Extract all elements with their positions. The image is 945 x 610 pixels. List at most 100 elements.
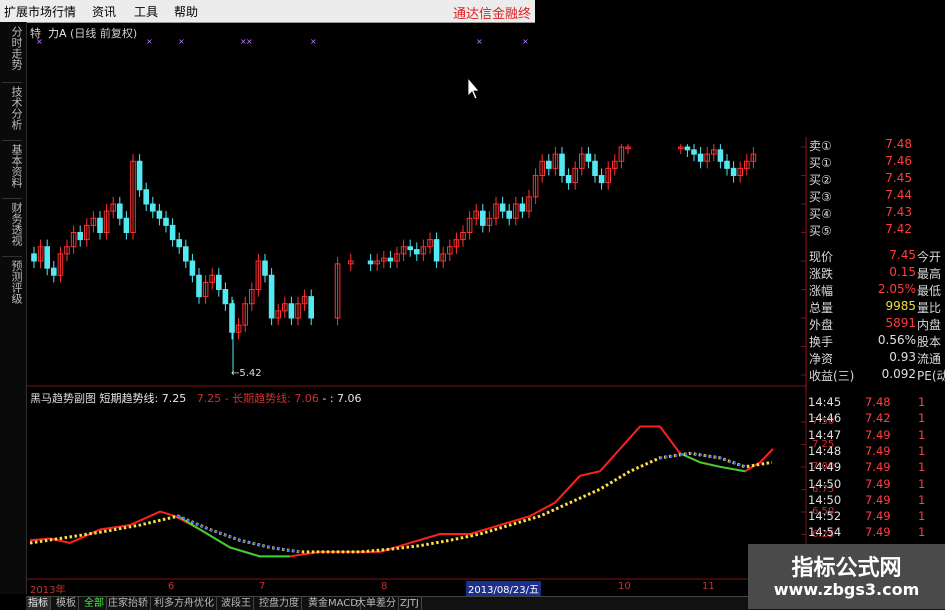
indicator-tab[interactable]: 黄金MACD — [306, 597, 361, 610]
event-mark: × — [476, 37, 483, 46]
indicator-tab[interactable]: 控盘力度 — [257, 597, 302, 610]
tick-row: 14:54 7.49 1 — [808, 525, 925, 539]
tick-row: 14:50 7.49 1 — [808, 476, 925, 491]
indicator-title: 黑马趋势副图 短期趋势线: 7.25 7.25 - 长期趋势线: 7.06 - … — [30, 390, 362, 406]
candle-body — [77, 232, 84, 241]
candle-body — [229, 303, 235, 333]
candle-body — [295, 303, 301, 319]
candle-body — [394, 253, 400, 262]
candle-body — [156, 210, 163, 219]
quote-stat-extra: 内盘 — [917, 318, 942, 332]
date-axis: 2013年 6 7 8 2013/08/23/五 10 11 — [26, 580, 806, 596]
stock-mode[interactable]: (日线 前复权) — [70, 27, 137, 40]
date-label: 10 — [618, 581, 631, 592]
indicator-tab[interactable]: 模板 — [54, 597, 79, 610]
menu-item-help[interactable]: 帮助 — [174, 3, 198, 20]
candle-body — [367, 260, 374, 265]
candle-body — [123, 217, 130, 233]
indicator-tab[interactable]: 庄家抬轿 — [106, 597, 151, 610]
tick-price: 7.42 — [865, 411, 891, 426]
tick-price: 7.49 — [865, 492, 891, 507]
tab-technical[interactable]: 技术分析 — [3, 86, 23, 130]
candle-body — [262, 260, 268, 276]
candle-body — [44, 246, 51, 269]
tab-rating[interactable]: 预测评级 — [3, 260, 23, 304]
indicator-tab[interactable]: 利多方舟优化 — [152, 597, 217, 610]
candle-body — [374, 260, 380, 265]
quote-stat-row: 总量 9985 量比 — [807, 299, 945, 316]
candle-body — [31, 253, 37, 262]
indicator-tab[interactable]: 波段王 — [219, 597, 254, 610]
order-book-price: 7.42 — [885, 222, 912, 236]
quote-stat-extra: 最高 — [917, 267, 942, 281]
short-trend-value-2: 7.25 — [196, 392, 222, 405]
tab-intraday[interactable]: 分时走势 — [3, 26, 23, 70]
indicator-tab[interactable]: 全部 — [82, 597, 107, 610]
menu-item-news[interactable]: 资讯 — [92, 3, 116, 20]
date-label: 11 — [702, 581, 715, 592]
candlesticks — [31, 144, 757, 372]
candle-body — [163, 217, 169, 226]
date-label: 6 — [168, 581, 175, 592]
quote-stat-row: 收益(三) 0.092 PE(动 — [807, 367, 945, 384]
kline-chart[interactable]: × × × × × × × × — [0, 0, 945, 609]
tick-time: 14:50 — [808, 476, 842, 491]
tick-row: 14:50 7.49 1 — [808, 493, 925, 507]
candle-body — [308, 296, 314, 319]
candle-body — [552, 153, 559, 169]
tab-fundamentals[interactable]: 基本资料 — [3, 144, 23, 188]
tick-price: 7.49 — [865, 509, 891, 524]
candle-body — [427, 239, 433, 248]
tick-row: 14:52 7.49 1 — [808, 509, 925, 524]
candle-body — [183, 246, 189, 262]
candle-body — [579, 153, 585, 169]
menu-item-tools[interactable]: 工具 — [134, 3, 158, 20]
candle-body — [750, 153, 757, 162]
quote-stat-label: 涨跌 — [809, 267, 834, 281]
tick-row: 14:45 7.48 1 — [808, 395, 925, 409]
quote-stat-label: 外盘 — [809, 318, 834, 332]
watermark-url: www.zbgs3.com — [773, 580, 920, 599]
quote-stat-value: 2.05% — [877, 282, 916, 296]
candle-body — [697, 153, 704, 162]
short-trend-line-down — [177, 515, 290, 558]
candle-body — [136, 160, 143, 191]
candle-body — [526, 196, 532, 212]
quote-panel: 卖① 7.48 买① 7.46 买② 7.45 买③ 7.44 买④ 7.43 买⑤ 7.42 现价 7… — [806, 137, 945, 390]
candle-body — [460, 232, 466, 241]
brand-title: 通达信金融终 — [452, 7, 531, 22]
candle-body — [420, 246, 427, 255]
tick-price: 7.49 — [865, 525, 891, 540]
tick-time: 14:52 — [808, 509, 842, 524]
candle-body — [407, 246, 413, 251]
candle-body — [301, 296, 308, 305]
quote-stat-row: 净资 0.93 流通 — [807, 350, 945, 367]
candle-body — [546, 160, 552, 169]
menu-item-market[interactable]: 扩展市场行情 — [4, 3, 76, 20]
long-trend-label: - 长期趋势线: — [224, 392, 291, 405]
order-book-price: 7.48 — [885, 137, 912, 151]
indicator-tab[interactable]: 指标 — [26, 597, 51, 610]
quote-stat-label: 涨幅 — [809, 284, 834, 298]
candle-body — [737, 167, 744, 176]
tick-volume: 1 — [918, 411, 926, 426]
tick-volume: 1 — [918, 427, 926, 442]
candle-body — [103, 210, 110, 233]
candle-body — [216, 274, 222, 290]
candle-body — [473, 210, 479, 219]
tick-time: 14:46 — [808, 411, 842, 426]
order-book-label: 买④ — [809, 207, 832, 221]
candle-body — [519, 203, 526, 212]
candle-body — [447, 246, 453, 255]
indicator-tab[interactable]: 大单差分 — [354, 597, 399, 610]
tab-financials[interactable]: 财务透视 — [3, 202, 23, 246]
short-trend-label: 短期趋势线: — [99, 392, 159, 405]
watermark-title: 指标公式网 — [791, 556, 902, 581]
indicator-name: 黑马趋势副图 — [30, 392, 96, 405]
quote-stat-extra: 流通 — [917, 352, 942, 366]
candle-body — [387, 257, 394, 262]
event-mark: × — [310, 37, 317, 46]
indicator-tab[interactable]: ZJTJ — [398, 597, 422, 610]
candle-body — [381, 257, 387, 262]
candle-body — [724, 160, 730, 169]
